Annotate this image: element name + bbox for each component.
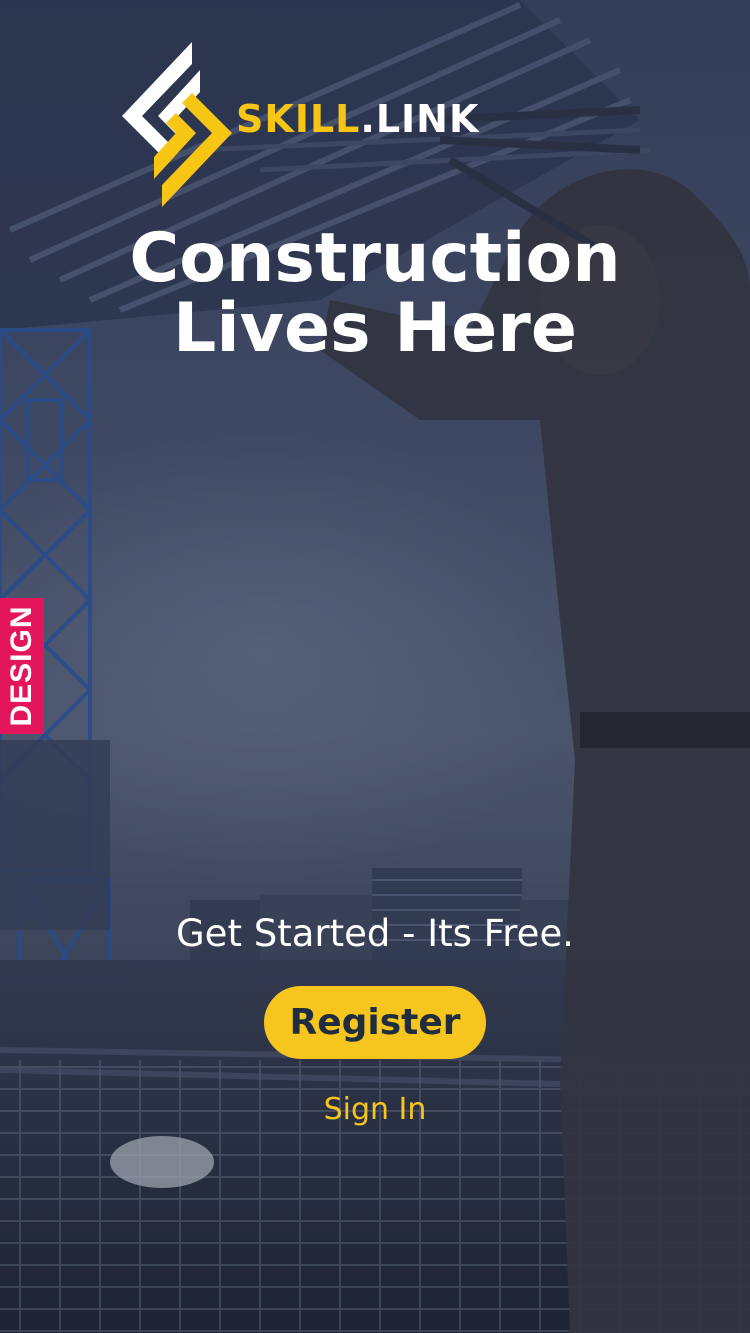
register-button[interactable]: Register [264,986,486,1059]
design-side-tab[interactable]: DESIGN [0,598,44,734]
get-started-tagline: Get Started - Its Free. [176,912,574,955]
welcome-screen: SKILL.LINK Construction Lives Here DESIG… [0,0,750,1333]
brand-name-part2: .LINK [360,97,480,141]
hero-headline: Construction Lives Here [0,224,750,364]
sign-in-link[interactable]: Sign In [0,1090,750,1130]
brand-wordmark: SKILL.LINK [236,100,479,138]
brand-name-part1: SKILL [236,97,361,141]
headline-line-1: Construction [129,219,621,298]
design-side-tab-label: DESIGN [5,605,38,727]
headline-line-2: Lives Here [173,289,577,368]
